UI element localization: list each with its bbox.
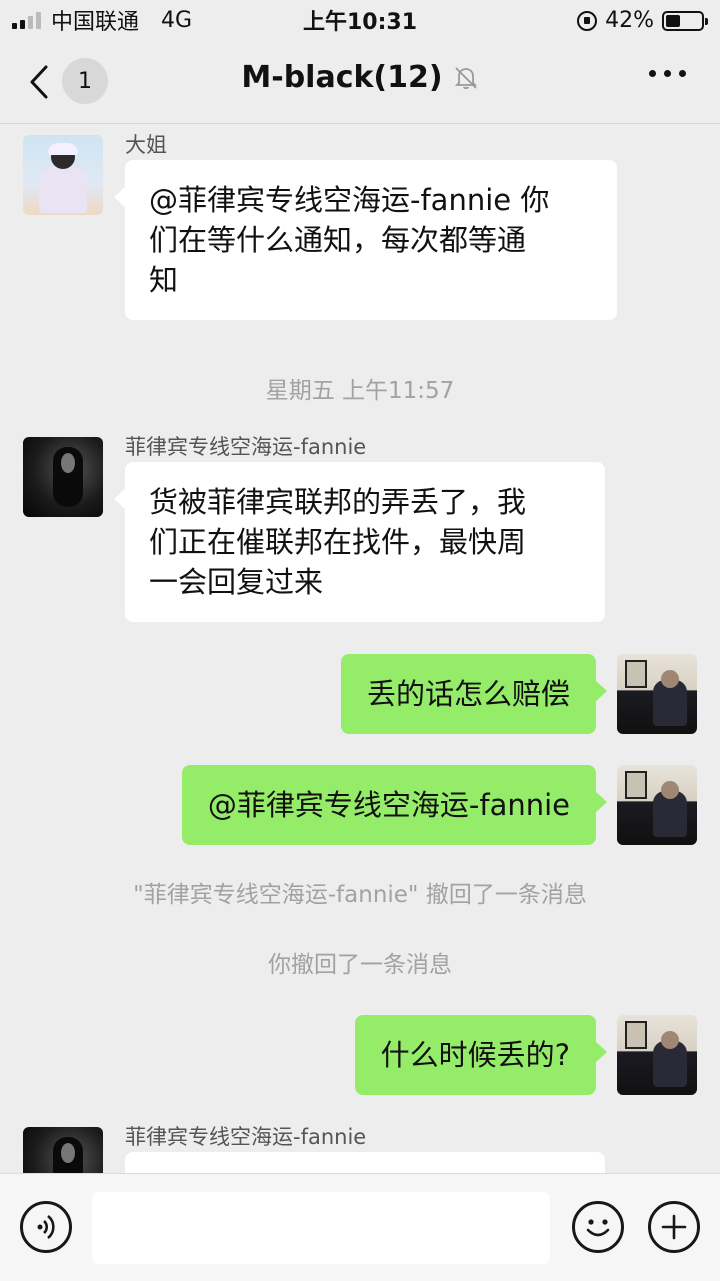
- message-line: 们在等什么通知，每次都等通: [149, 223, 527, 257]
- emoji-button[interactable]: [572, 1201, 624, 1253]
- more-options-button[interactable]: [649, 70, 686, 77]
- avatar-self[interactable]: [617, 1015, 697, 1095]
- input-bar: [0, 1173, 720, 1281]
- system-timestamp: 星期五 上午11:57: [265, 378, 455, 404]
- emoji-icon: [586, 1219, 610, 1237]
- avatar-self[interactable]: [617, 654, 697, 734]
- sender-name: 菲律宾专线空海运-fannie: [125, 435, 367, 459]
- battery-percent: 42%: [605, 8, 654, 33]
- chat-header: 1 M-black(12): [0, 40, 720, 124]
- battery-fill: [666, 14, 681, 27]
- bell-off-icon: [454, 66, 477, 89]
- message-text: @菲律宾专线空海运-fannie: [207, 788, 570, 822]
- rotation-lock-icon: [577, 10, 598, 31]
- message-text: 什么时候丢的?: [380, 1038, 570, 1072]
- chat-title: M-black(12): [241, 60, 443, 95]
- sender-name: 大姐: [125, 133, 167, 157]
- message-line: 货被菲律宾联邦的弄丢了，我: [149, 485, 527, 519]
- message-bubble[interactable]: @菲律宾专线空海运-fannie 你 们在等什么通知，每次都等通 知: [114, 160, 617, 320]
- avatar-self[interactable]: [617, 765, 697, 845]
- message-input[interactable]: [92, 1192, 550, 1264]
- voice-button[interactable]: [20, 1201, 72, 1253]
- sender-name: 菲律宾专线空海运-fannie: [125, 1125, 367, 1149]
- message-text: 丢的话怎么赔偿: [366, 677, 570, 711]
- system-recall-notice: "菲律宾专线空海运-fannie" 撤回了一条消息: [133, 882, 587, 908]
- message-bubble[interactable]: [125, 1152, 605, 1173]
- avatar[interactable]: [23, 135, 103, 215]
- avatar[interactable]: [23, 1127, 103, 1173]
- chat-message-list[interactable]: 大姐 @菲律宾专线空海运-fannie 你 们在等什么通知，每次都等通 知 星期…: [0, 125, 720, 1173]
- battery-icon: [662, 10, 708, 31]
- message-bubble-self[interactable]: 什么时候丢的?: [354, 1015, 608, 1095]
- status-bar: 中国联通 4G 上午10:31 42%: [0, 0, 720, 40]
- message-line: 一会回复过来: [149, 565, 324, 599]
- message-line: 知: [149, 263, 179, 297]
- carrier-label: 中国联通: [51, 10, 140, 35]
- voice-icon: [37, 1214, 55, 1240]
- signal-icon: [12, 11, 41, 29]
- message-line: @菲律宾专线空海运-fannie 你: [149, 183, 550, 217]
- plus-icon: [661, 1214, 687, 1240]
- message-bubble-self[interactable]: @菲律宾专线空海运-fannie: [181, 765, 608, 845]
- system-recall-notice: 你撤回了一条消息: [268, 952, 452, 978]
- message-bubble[interactable]: 货被菲律宾联邦的弄丢了，我 们正在催联邦在找件，最快周 一会回复过来: [114, 462, 605, 622]
- more-functions-button[interactable]: [648, 1201, 700, 1253]
- more-dots-icon: [649, 70, 656, 77]
- message-bubble-self[interactable]: 丢的话怎么赔偿: [340, 654, 608, 734]
- avatar[interactable]: [23, 437, 103, 517]
- message-line: 们正在催联邦在找件，最快周: [149, 525, 527, 559]
- network-label: 4G: [161, 7, 193, 33]
